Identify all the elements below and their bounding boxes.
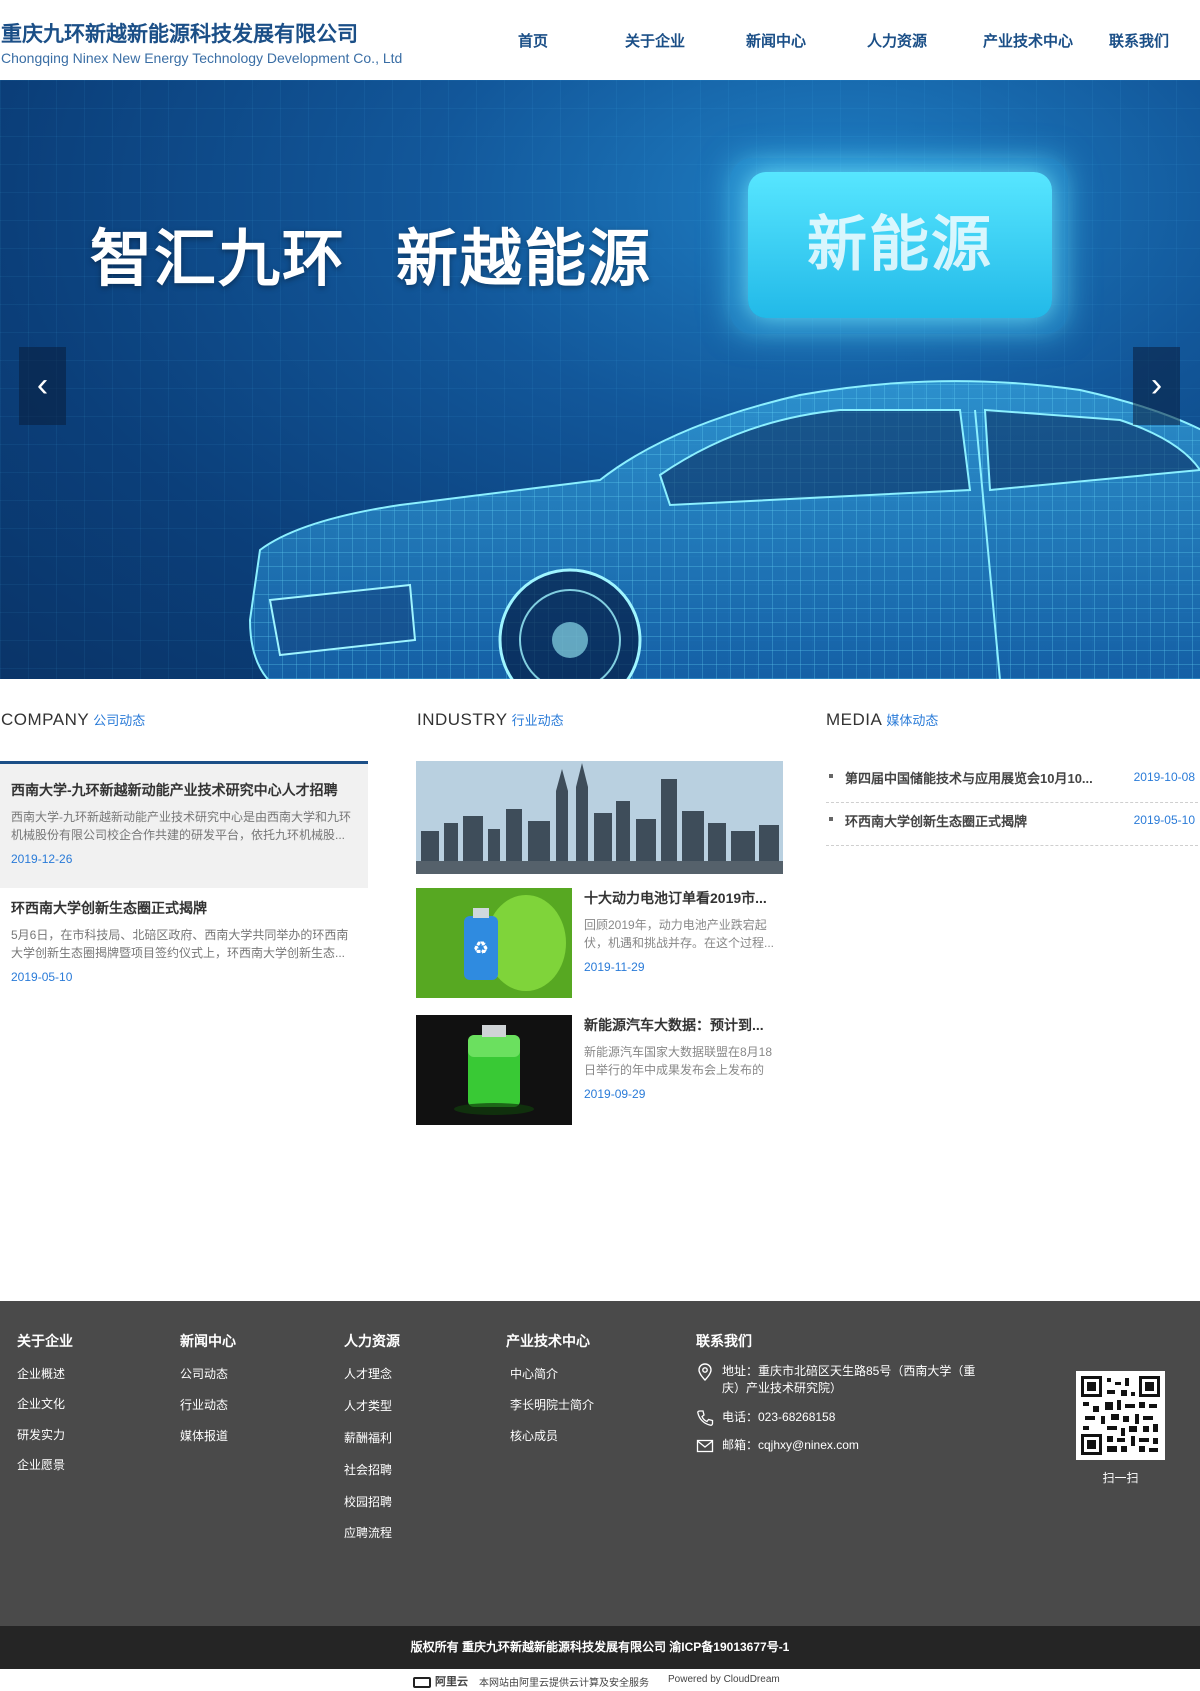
contact-address: 地址：重庆市北碚区天生路85号（西南大学（重庆）产业技术研究院） (696, 1363, 996, 1403)
footer-link[interactable]: 企业概述 (17, 1365, 65, 1382)
media-section-title: MEDIA 媒体动态 (826, 710, 938, 730)
media-news-item[interactable]: 环西南大学创新生态圈正式揭牌 2019-05-10 (826, 803, 1198, 846)
footer-link[interactable]: 应聘流程 (344, 1524, 392, 1541)
news-summary: 回顾2019年，动力电池产业跌宕起伏，机遇和挑战并存。在这个过程... (584, 918, 775, 950)
footer-link[interactable]: 人才类型 (344, 1397, 392, 1414)
phone-text: 电话：023-68268158 (722, 1410, 836, 1424)
nav-contact[interactable]: 联系我们 (1089, 30, 1189, 51)
email-text: 邮箱：cqjhxy@ninex.com (722, 1438, 859, 1452)
footer-heading-news[interactable]: 新闻中心 (180, 1331, 236, 1351)
company-news-item[interactable]: 西南大学-九环新越新动能产业技术研究中心人才招聘 西南大学-九环新越新动能产业技… (0, 761, 368, 888)
footer-link[interactable]: 行业动态 (180, 1396, 228, 1413)
site-header: 重庆九环新越新能源科技发展有限公司 Chongqing Ninex New En… (0, 0, 1200, 80)
hero-banner: 新能源 智汇九环 新越能源 ‹ › (0, 80, 1200, 679)
qr-code-image (1076, 1371, 1165, 1460)
phone-icon (697, 1410, 714, 1426)
news-title[interactable]: 环西南大学创新生态圈正式揭牌 (845, 811, 1125, 830)
hosting-strip: 阿里云 本网站由阿里云提供云计算及安全服务 Powered by CloudDr… (0, 1669, 1200, 1691)
news-date: 2019-09-29 (584, 1087, 646, 1101)
footer-heading-hr[interactable]: 人力资源 (344, 1331, 400, 1351)
wireframe-car-image (248, 380, 1200, 679)
aliyun-note: 本网站由阿里云提供云计算及安全服务 (479, 1678, 649, 1689)
nav-tech-center[interactable]: 产业技术中心 (968, 30, 1088, 51)
news-summary: 新能源汽车国家大数据联盟在8月18日举行的年中成果发布会上发布的《... (584, 1045, 773, 1077)
footer-link[interactable]: 李长明院士简介 (510, 1396, 594, 1413)
footer-link[interactable]: 核心成员 (510, 1427, 558, 1444)
site-footer: 关于企业 企业概述 企业文化 研发实力 企业愿景 新闻中心 公司动态 行业动态 … (0, 1301, 1200, 1626)
industry-news-item[interactable]: 新能源汽车大数据：预计到... 新能源汽车国家大数据联盟在8月18日举行的年中成… (416, 1015, 783, 1125)
news-summary: 西南大学-九环新越新动能产业技术研究中心是由西南大学和九环机械股份有限公司校企合… (11, 810, 351, 842)
industry-news-body: 新能源汽车大数据：预计到... 新能源汽车国家大数据联盟在8月18日举行的年中成… (584, 1015, 783, 1101)
aliyun-logo-icon (413, 1676, 431, 1688)
footer-link[interactable]: 企业文化 (17, 1395, 65, 1412)
company-section-title: COMPANY 公司动态 (1, 710, 145, 730)
industry-title-en: INDUSTRY (417, 710, 508, 729)
aliyun-logo-text: 阿里云 (435, 1676, 468, 1688)
news-title[interactable]: 新能源汽车大数据：预计到... (584, 1015, 783, 1035)
company-title-cn[interactable]: 公司动态 (93, 713, 145, 728)
footer-link[interactable]: 中心简介 (510, 1365, 558, 1382)
powered-by[interactable]: Powered by CloudDream (668, 1674, 780, 1685)
footer-heading-tech[interactable]: 产业技术中心 (506, 1331, 590, 1351)
news-date: 2019-12-26 (11, 852, 73, 866)
footer-link[interactable]: 媒体报道 (180, 1427, 228, 1444)
bullet-icon (829, 774, 833, 778)
contact-phone: 电话：023-68268158 (696, 1409, 996, 1429)
footer-link[interactable]: 薪酬福利 (344, 1429, 392, 1446)
footer-link[interactable]: 人才理念 (344, 1365, 392, 1382)
news-summary: 5月6日，在市科技局、北碚区政府、西南大学共同举办的环西南大学创新生态圈揭牌暨项… (11, 928, 349, 960)
banner-prev-arrow[interactable]: ‹ (19, 347, 66, 425)
footer-link[interactable]: 校园招聘 (344, 1493, 392, 1510)
main-nav: 首页 关于企业 新闻中心 人力资源 产业技术中心 联系我们 (0, 30, 1200, 54)
company-title-en: COMPANY (1, 710, 90, 729)
address-text: 地址：重庆市北碚区天生路85号（西南大学（重庆）产业技术研究院） (722, 1364, 976, 1395)
news-date: 2019-10-08 (1133, 770, 1195, 784)
banner-slogan: 智汇九环 新越能源 (90, 208, 652, 298)
industry-news-item[interactable]: ♻ 十大动力电池订单看2019市... 回顾2019年，动力电池产业跌宕起伏，机… (416, 888, 783, 998)
green-battery-image (416, 1015, 572, 1125)
nav-news[interactable]: 新闻中心 (726, 30, 826, 51)
footer-link[interactable]: 公司动态 (180, 1365, 228, 1382)
aliyun-logo[interactable]: 阿里云 (413, 1673, 468, 1689)
svg-text:♻: ♻ (473, 938, 489, 959)
qr-caption: 扫一扫 (1102, 1471, 1139, 1485)
banner-next-arrow[interactable]: › (1133, 347, 1180, 425)
mail-icon (696, 1439, 714, 1453)
new-energy-badge-text: 新能源 (807, 211, 993, 278)
news-title[interactable]: 十大动力电池订单看2019市... (584, 888, 783, 908)
footer-heading-about[interactable]: 关于企业 (17, 1331, 73, 1351)
city-skyline-image[interactable] (416, 761, 783, 874)
nav-about[interactable]: 关于企业 (605, 30, 705, 51)
industry-section-title: INDUSTRY 行业动态 (417, 710, 564, 730)
slogan-part-2: 新越能源 (396, 225, 653, 294)
location-pin-icon (698, 1363, 712, 1381)
nav-home[interactable]: 首页 (483, 30, 583, 51)
footer-link[interactable]: 研发实力 (17, 1426, 65, 1443)
contact-email: 邮箱：cqjhxy@ninex.com (696, 1437, 996, 1457)
media-title-en: MEDIA (826, 710, 883, 729)
copyright-bar: 版权所有 重庆九环新越新能源科技发展有限公司 渝ICP备19013677号-1 (0, 1626, 1200, 1669)
media-title-cn[interactable]: 媒体动态 (886, 713, 938, 728)
footer-heading-contact[interactable]: 联系我们 (696, 1331, 752, 1351)
news-title[interactable]: 第四届中国储能技术与应用展览会10月10... (845, 768, 1125, 787)
news-date: 2019-05-10 (1133, 813, 1195, 827)
media-news-item[interactable]: 第四届中国储能技术与应用展览会10月10... 2019-10-08 (826, 760, 1198, 803)
footer-link[interactable]: 企业愿景 (17, 1456, 65, 1473)
industry-news-body: 十大动力电池订单看2019市... 回顾2019年，动力电池产业跌宕起伏，机遇和… (584, 888, 783, 974)
nav-hr[interactable]: 人力资源 (847, 30, 947, 51)
footer-link[interactable]: 社会招聘 (344, 1461, 392, 1478)
news-title[interactable]: 环西南大学创新生态圈正式揭牌 (11, 898, 357, 918)
news-date: 2019-05-10 (11, 970, 73, 984)
battery-leaf-image: ♻ (416, 888, 572, 998)
news-date: 2019-11-29 (584, 960, 645, 974)
news-title[interactable]: 西南大学-九环新越新动能产业技术研究中心人才招聘 (11, 780, 357, 800)
bullet-icon (829, 817, 833, 821)
company-news-item[interactable]: 环西南大学创新生态圈正式揭牌 5月6日，在市科技局、北碚区政府、西南大学共同举办… (0, 898, 368, 1008)
industry-title-cn[interactable]: 行业动态 (512, 713, 564, 728)
slogan-part-1: 智汇九环 (90, 225, 347, 294)
